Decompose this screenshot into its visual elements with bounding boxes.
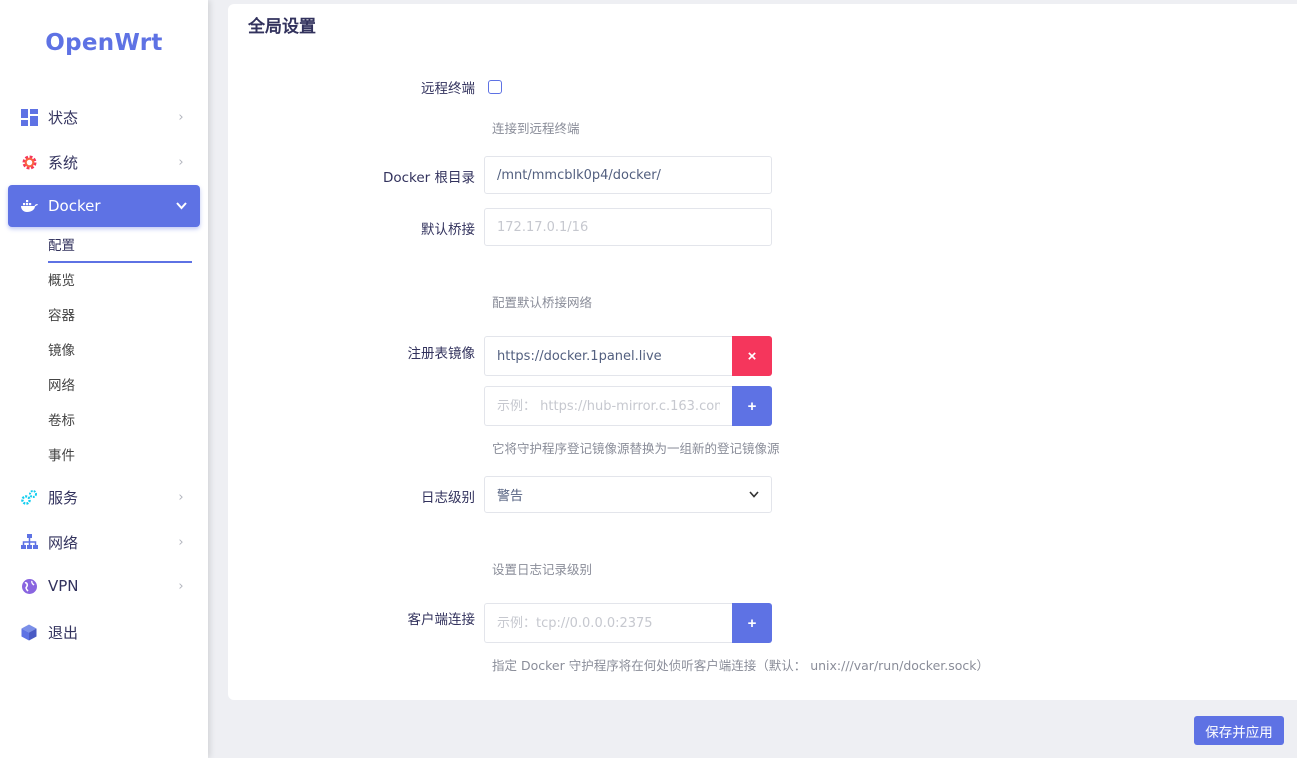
chevron-right-icon: › bbox=[178, 109, 184, 125]
registry-mirror-input[interactable] bbox=[484, 336, 732, 376]
sidebar-item-label: 系统 bbox=[48, 153, 79, 172]
dashboard-icon bbox=[20, 108, 38, 126]
default-bridge-label: 默认桥接 bbox=[421, 222, 475, 238]
sidebar: OpenWrt 状态 › 系统 › Docker 配置 概览 容器 镜像 网络 … bbox=[0, 0, 208, 758]
remove-mirror-button[interactable]: × bbox=[732, 336, 772, 376]
chevron-right-icon: › bbox=[178, 534, 184, 550]
docker-sub-overview[interactable]: 概览 bbox=[48, 266, 192, 296]
log-level-label: 日志级别 bbox=[421, 490, 475, 506]
sidebar-item-system[interactable]: 系统 › bbox=[8, 141, 200, 183]
docker-sub-images[interactable]: 镜像 bbox=[48, 336, 192, 366]
default-bridge-input[interactable] bbox=[484, 208, 772, 246]
sidebar-item-vpn[interactable]: VPN › bbox=[8, 565, 200, 607]
client-connection-input[interactable] bbox=[484, 603, 732, 643]
chevron-down-icon bbox=[172, 199, 190, 214]
sidebar-item-label: 状态 bbox=[48, 108, 79, 127]
default-bridge-desc: 配置默认桥接网络 bbox=[492, 295, 593, 310]
sidebar-item-docker[interactable]: Docker bbox=[8, 185, 200, 227]
globe-icon bbox=[20, 577, 38, 595]
new-mirror-input[interactable] bbox=[484, 386, 732, 426]
sidebar-item-services[interactable]: 服务 › bbox=[8, 476, 200, 518]
remote-terminal-label: 远程终端 bbox=[421, 81, 475, 97]
docker-sub-events[interactable]: 事件 bbox=[48, 441, 192, 471]
registry-mirrors-label: 注册表镜像 bbox=[407, 346, 476, 362]
docker-root-label: Docker 根目录 bbox=[382, 170, 475, 186]
openwrt-logo: OpenWrt bbox=[45, 30, 163, 56]
chevron-right-icon: › bbox=[178, 154, 184, 170]
logout-cube-icon bbox=[20, 623, 38, 641]
add-client-button[interactable]: + bbox=[732, 603, 772, 643]
docker-sub-config[interactable]: 配置 bbox=[48, 231, 192, 263]
sidebar-item-label: 服务 bbox=[48, 488, 79, 507]
docker-sub-networks[interactable]: 网络 bbox=[48, 371, 192, 401]
gear-icon bbox=[20, 153, 38, 171]
sidebar-item-label: VPN bbox=[48, 577, 79, 595]
sidebar-item-logout[interactable]: 退出 bbox=[8, 611, 200, 653]
sidebar-item-network[interactable]: 网络 › bbox=[8, 521, 200, 563]
client-connection-label: 客户端连接 bbox=[407, 612, 476, 628]
chevron-right-icon: › bbox=[178, 489, 184, 505]
sidebar-item-label: 退出 bbox=[48, 623, 79, 642]
docker-root-input[interactable] bbox=[484, 156, 772, 194]
sidebar-item-label: 网络 bbox=[48, 533, 79, 552]
docker-icon bbox=[20, 197, 38, 215]
client-connection-desc: 指定 Docker 守护程序将在何处侦听客户端连接（默认： unix:///va… bbox=[492, 658, 990, 673]
sidebar-item-label: Docker bbox=[48, 197, 101, 215]
docker-sub-volumes[interactable]: 卷标 bbox=[48, 406, 192, 436]
docker-sub-containers[interactable]: 容器 bbox=[48, 301, 192, 331]
add-mirror-button[interactable]: + bbox=[732, 386, 772, 426]
sidebar-item-status[interactable]: 状态 › bbox=[8, 96, 200, 138]
remote-terminal-checkbox[interactable] bbox=[488, 80, 502, 94]
registry-mirrors-desc: 它将守护程序登记镜像源替换为一组新的登记镜像源 bbox=[492, 441, 780, 456]
log-level-desc: 设置日志记录级别 bbox=[492, 562, 593, 577]
log-level-select[interactable]: 警告 bbox=[484, 476, 772, 513]
chevron-down-icon bbox=[749, 488, 759, 501]
save-apply-button[interactable]: 保存并应用 bbox=[1194, 716, 1284, 745]
remote-terminal-desc: 连接到远程终端 bbox=[492, 121, 580, 136]
network-icon bbox=[20, 533, 38, 551]
section-title: 全局设置 bbox=[248, 17, 316, 37]
services-icon bbox=[20, 488, 38, 506]
chevron-right-icon: › bbox=[178, 578, 184, 594]
log-level-value: 警告 bbox=[497, 489, 524, 504]
